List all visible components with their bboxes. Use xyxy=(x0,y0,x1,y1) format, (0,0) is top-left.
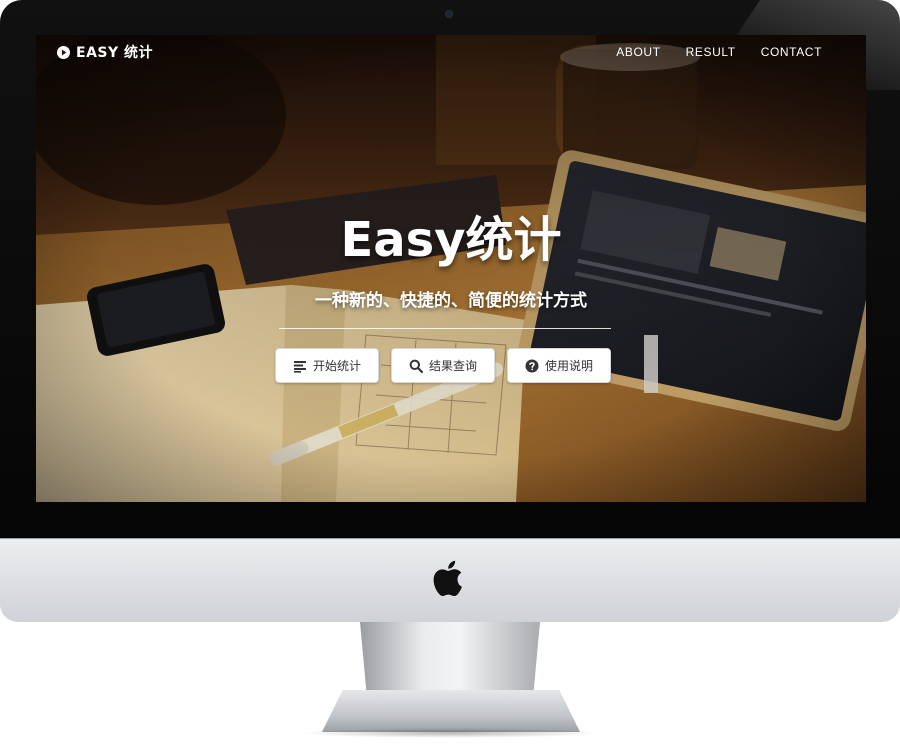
start-statistics-button[interactable]: 开始统计 xyxy=(275,348,379,383)
nav-link-about[interactable]: ABOUT xyxy=(616,45,660,59)
nav-link-result[interactable]: RESULT xyxy=(686,45,736,59)
query-results-label: 结果查询 xyxy=(428,359,477,373)
brand-name: EASY 统计 xyxy=(76,45,153,61)
instructions-button[interactable]: 使用说明 xyxy=(507,348,611,383)
question-circle-icon xyxy=(525,359,539,372)
align-left-icon xyxy=(293,360,306,373)
nav-links: ABOUT RESULT CONTACT xyxy=(616,45,822,59)
hero-divider xyxy=(279,328,611,329)
hero-subtitle: 一种新的、快捷的、简便的统计方式 xyxy=(315,291,587,311)
query-results-button[interactable]: 结果查询 xyxy=(391,348,495,383)
search-icon xyxy=(409,359,423,373)
instructions-label: 使用说明 xyxy=(544,359,593,373)
imac-mockup: EASY 统计 ABOUT RESULT CONTACT Easy统计 一种新的… xyxy=(0,0,900,753)
top-navigation: EASY 统计 ABOUT RESULT CONTACT xyxy=(36,35,866,69)
hero-title: Easy统计 xyxy=(340,212,562,268)
stand-shadow xyxy=(300,728,600,738)
imac-stand-neck xyxy=(360,622,540,700)
hero-actions: 开始统计 结果查询 使用说明 xyxy=(275,348,611,383)
start-statistics-label: 开始统计 xyxy=(312,359,361,373)
apple-logo-icon xyxy=(433,560,462,597)
website-screen: EASY 统计 ABOUT RESULT CONTACT Easy统计 一种新的… xyxy=(36,35,866,502)
imac-stand-foot xyxy=(322,690,580,732)
camera-icon xyxy=(446,11,452,17)
play-circle-icon xyxy=(57,45,70,59)
nav-link-contact[interactable]: CONTACT xyxy=(761,45,822,59)
brand-logo[interactable]: EASY 统计 xyxy=(57,44,153,61)
